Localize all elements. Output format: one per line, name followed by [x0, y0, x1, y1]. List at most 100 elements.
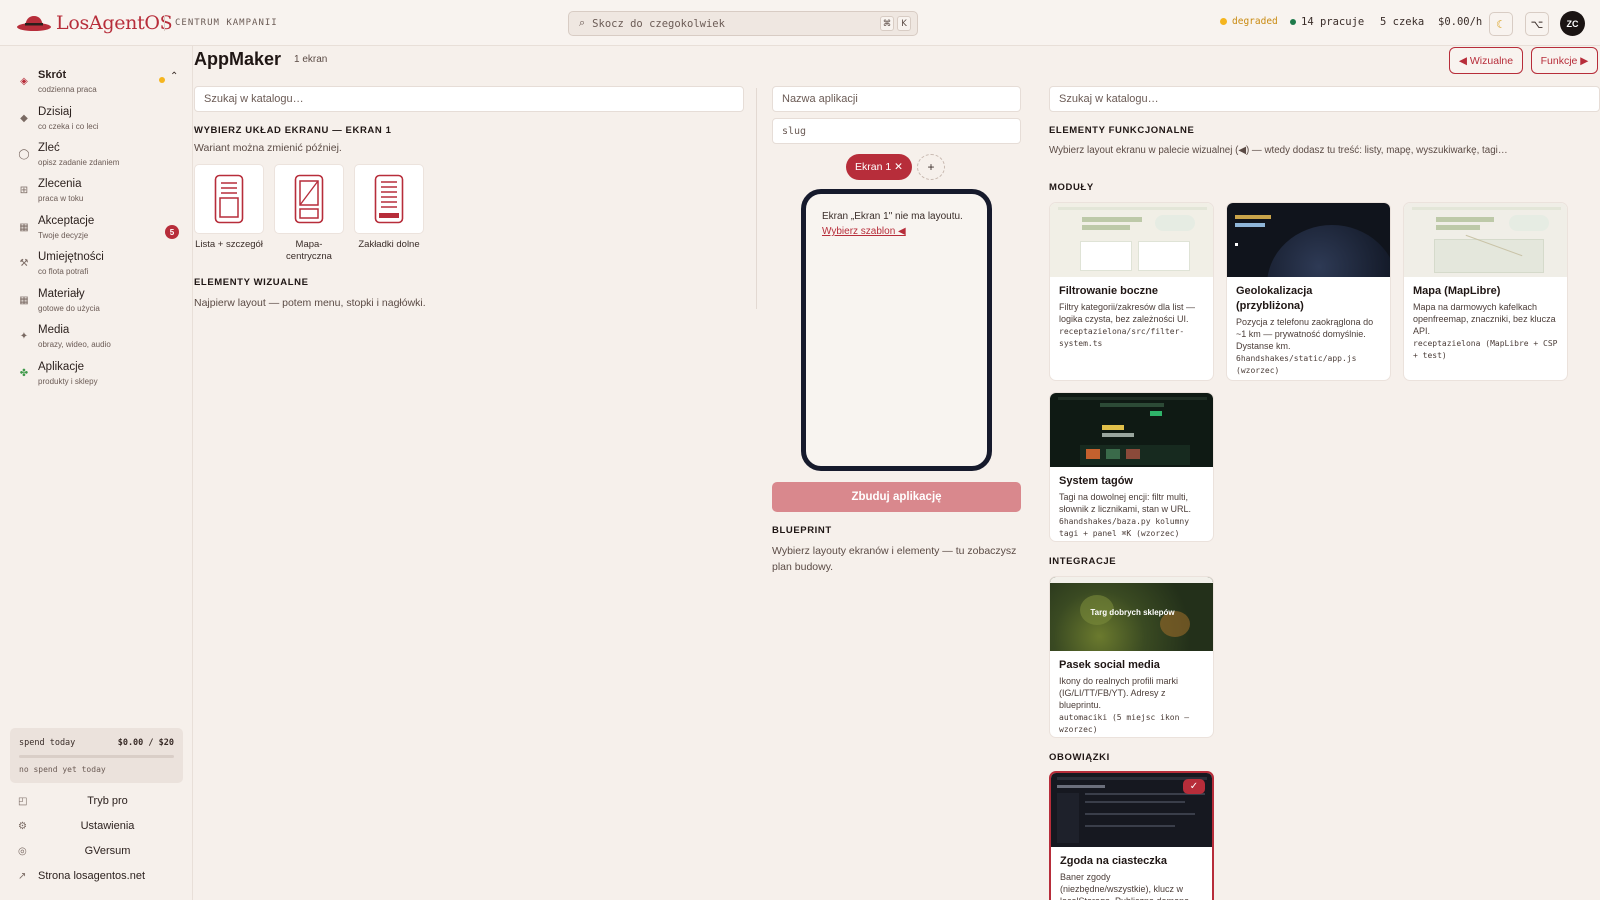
duty-desc: Baner zgody (niezbędne/wszystkie), klucz…	[1060, 872, 1189, 900]
tabs-layout-icon	[374, 174, 404, 224]
visual-elements-heading: ELEMENTY WIZUALNE	[194, 277, 309, 288]
module-card-geolokalizacja[interactable]: Geolokalizacja (przybliżona) Pozycja z t…	[1226, 202, 1391, 381]
visual-catalog-search-input[interactable]: Szukaj w katalogu…	[194, 86, 744, 112]
external-link-icon: ↗	[18, 871, 27, 882]
square-icon: ▦	[19, 222, 29, 233]
sparkle-icon: ✦	[19, 331, 29, 342]
module-thumbnail: ✓	[1051, 773, 1212, 847]
module-card-mapa[interactable]: Mapa (MapLibre) Mapa na darmowych kafelk…	[1403, 202, 1568, 381]
module-source: receptazielona/src/filter-system.ts	[1059, 327, 1185, 348]
sidebar-item-aplikacje[interactable]: ✤ Aplikacje produkty i sklepy	[0, 358, 192, 392]
module-desc: Pozycja z telefonu zaokrąglona do ~1 km …	[1236, 317, 1374, 351]
sidebar-item-zlec[interactable]: ◯ Zleć opisz zadanie zdaniem	[0, 139, 192, 173]
integration-card-social[interactable]: Targ dobrych sklepów Pasek social media …	[1049, 576, 1214, 738]
option-key-icon[interactable]: ⌥	[1525, 12, 1549, 36]
functional-catalog-search-input[interactable]: Szukaj w katalogu…	[1049, 86, 1600, 112]
gversum-button[interactable]: ◎ GVersum	[0, 842, 192, 864]
selected-check-icon[interactable]: ✓	[1183, 779, 1205, 794]
status-working[interactable]: 14 pracuje	[1290, 16, 1364, 28]
status-degraded[interactable]: degraded	[1220, 16, 1278, 27]
square-icon: ▦	[19, 295, 29, 306]
pro-icon: ◰	[18, 796, 28, 807]
tryb-pro-button[interactable]: ◰ Tryb pro	[0, 792, 192, 814]
sidebar-item-media[interactable]: ✦ Media obrazy, wideo, audio	[0, 321, 192, 355]
layout-label-list-detail: Lista + szczegół	[195, 239, 263, 250]
top-bar: LosAgentOS CENTRUM KAMPANII ⌕ Skocz do c…	[0, 0, 1600, 46]
working-dot-icon	[1290, 19, 1296, 25]
build-app-button[interactable]: Zbuduj aplikację	[772, 482, 1021, 512]
logo[interactable]: LosAgentOS	[16, 10, 173, 36]
module-desc: Mapa na darmowych kafelkach openfreemap,…	[1413, 302, 1556, 336]
app-name: LosAgentOS	[56, 12, 173, 34]
map-layout-icon	[294, 174, 324, 224]
layout-label-bottom-tabs: Zakładki dolne	[358, 239, 420, 250]
module-thumbnail	[1050, 203, 1213, 277]
duty-card-cookies[interactable]: ✓ Zgoda na ciasteczka Baner zgody (niezb…	[1049, 771, 1214, 900]
status-dot-icon	[1220, 18, 1227, 25]
module-thumbnail	[1404, 203, 1567, 277]
module-desc: Filtry kategorii/zakresów dla list — log…	[1059, 302, 1196, 324]
page-title: AppMaker	[194, 49, 282, 69]
layout-list-detail[interactable]	[194, 164, 264, 234]
k-key: K	[897, 16, 911, 31]
functions-palette-button[interactable]: Funkcje ▶	[1531, 47, 1598, 74]
blueprint-hint: Wybierz layouty ekranów i elementy — tu …	[772, 545, 1017, 573]
phone-preview: Ekran „Ekran 1" nie ma layoutu. Wybierz …	[801, 189, 992, 471]
status-waiting[interactable]: 5 czeka	[1380, 16, 1424, 28]
thumbnail-caption: Targ dobrych sklepów	[1090, 608, 1175, 617]
module-source: receptazielona (MapLibre + CSP + test)	[1413, 339, 1558, 360]
integration-title: Pasek social media	[1059, 659, 1160, 671]
module-title: System tagów	[1059, 475, 1133, 487]
sidebar-item-skrot[interactable]: ◈ Skrót codzienna praca ⌃	[0, 66, 192, 100]
phone-empty-text: Ekran „Ekran 1" nie ma layoutu.	[822, 211, 963, 222]
section-label: CENTRUM KAMPANII	[175, 18, 278, 28]
website-link[interactable]: ↗ Strona losagentos.net	[0, 867, 192, 889]
settings-button[interactable]: ⚙ Ustawienia	[0, 817, 192, 839]
module-source: 6handshakes/baza.py kolumny tagi + panel…	[1059, 517, 1190, 538]
module-card-tagi[interactable]: System tagów Tagi na dowolnej encji: fil…	[1049, 392, 1214, 542]
functional-hint: Wybierz layout ekranu w palecie wizualne…	[1049, 145, 1508, 156]
app-name-input[interactable]: Nazwa aplikacji	[772, 86, 1021, 112]
chevron-up-icon[interactable]: ⌃	[170, 71, 178, 82]
sidebar-item-dzisiaj[interactable]: ◆ Dzisiaj co czeka i co leci	[0, 103, 192, 137]
cmd-key: ⌘	[880, 16, 894, 31]
diamond-icon: ◈	[20, 76, 28, 87]
layout-heading: WYBIERZ UKŁAD EKRANU — EKRAN 1	[194, 125, 392, 136]
visual-elements-hint: Najpierw layout — potem menu, stopki i n…	[194, 297, 426, 309]
layout-map-centric[interactable]	[274, 164, 344, 234]
avatar[interactable]: ZC	[1560, 11, 1585, 36]
slug-input[interactable]: slug	[772, 118, 1021, 144]
module-desc: Tagi na dowolnej encji: filtr multi, sło…	[1059, 492, 1192, 514]
clover-icon: ✤	[19, 368, 29, 379]
sidebar-item-materialy[interactable]: ▦ Materiały gotowe do użycia	[0, 285, 192, 319]
notification-dot	[159, 77, 165, 83]
theme-toggle-moon-icon[interactable]: ☾	[1489, 12, 1513, 36]
circle-icon: ◯	[18, 149, 30, 160]
choose-template-link[interactable]: Wybierz szablon ◀	[822, 226, 906, 237]
module-title: Mapa (MapLibre)	[1413, 285, 1501, 297]
screen-tab-ekran-1[interactable]: Ekran 1 ✕	[846, 154, 912, 180]
sidebar-item-zlecenia[interactable]: ⊞ Zlecenia praca w toku	[0, 175, 192, 209]
duty-title: Zgoda na ciasteczka	[1060, 855, 1167, 867]
grid-icon: ⊞	[19, 185, 29, 196]
module-title: Geolokalizacja (przybliżona)	[1236, 285, 1313, 312]
module-card-filtrowanie[interactable]: Filtrowanie boczne Filtry kategorii/zakr…	[1049, 202, 1214, 381]
screens-count: 1 ekran	[294, 54, 328, 65]
global-search-input[interactable]: ⌕ Skocz do czegokolwiek ⌘ K	[568, 11, 918, 36]
list-detail-layout-icon	[214, 174, 244, 224]
visual-palette-button[interactable]: ◀ Wizualne	[1449, 47, 1523, 74]
add-screen-button[interactable]: +	[917, 154, 945, 180]
cost-rate: $0.00/h	[1438, 16, 1483, 28]
sidebar-item-akceptacje[interactable]: ▦ Akceptacje Twoje decyzje 5	[0, 212, 192, 246]
sidebar-item-umiejetnosci[interactable]: ⚒ Umiejętności co flota potrafi	[0, 248, 192, 282]
blueprint-heading: BLUEPRINT	[772, 525, 832, 536]
layout-hint: Wariant można zmienić później.	[194, 142, 342, 154]
approvals-badge: 5	[165, 225, 179, 239]
diamond-small-icon: ◆	[20, 113, 28, 124]
duties-heading: OBOWIĄZKI	[1049, 752, 1110, 763]
module-title: Filtrowanie boczne	[1059, 285, 1159, 297]
module-thumbnail: Targ dobrych sklepów	[1050, 577, 1213, 651]
search-icon: ⌕	[579, 17, 586, 29]
layout-bottom-tabs[interactable]	[354, 164, 424, 234]
divider	[164, 15, 165, 31]
